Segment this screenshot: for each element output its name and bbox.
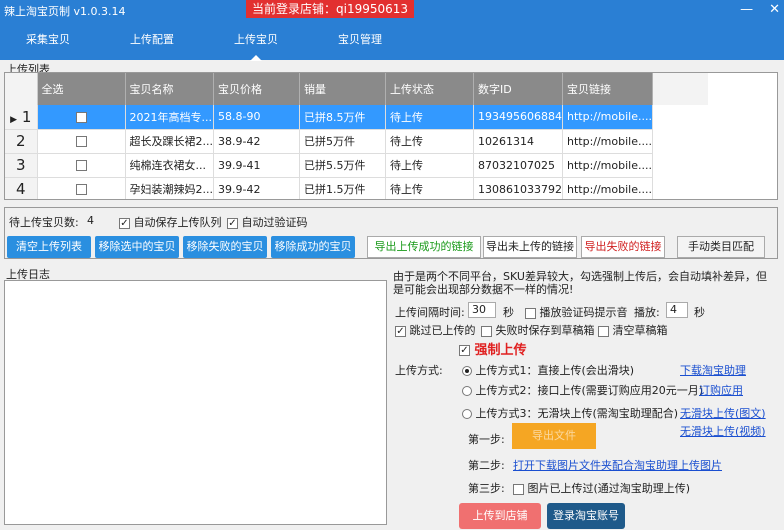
no-slider-video-link[interactable]: 无滑块上传(视频) xyxy=(680,423,766,439)
open-image-folder-link[interactable]: 打开下载图片文件夹配合淘宝助理上传图片 xyxy=(513,457,722,473)
method3-radio[interactable]: 上传方式3：无滑块上传(需淘宝助理配合) xyxy=(462,405,678,421)
item-price: 38.9-42 xyxy=(213,129,300,154)
item-price: 39.9-42 xyxy=(213,177,300,199)
row-number: ▶ 1 xyxy=(5,105,38,130)
item-name: 2021年高档专... xyxy=(125,105,214,130)
autosave-checkbox[interactable]: 自动保存上传队列 xyxy=(119,214,222,230)
autoverify-checkbox[interactable]: 自动过验证码 xyxy=(227,214,308,230)
item-id: 193495606884 xyxy=(473,105,563,130)
play-label: 播放: xyxy=(634,306,660,319)
item-id: 10261314 xyxy=(473,129,563,154)
method-label: 上传方式: xyxy=(395,364,443,377)
table-corner xyxy=(5,73,38,105)
item-status: 待上传 xyxy=(385,153,474,178)
item-link[interactable]: http://mobile.... xyxy=(562,153,653,178)
tab-collect[interactable]: 采集宝贝 xyxy=(26,31,70,47)
close-button[interactable]: ✕ xyxy=(769,2,780,17)
tab-upload[interactable]: 上传宝贝 xyxy=(234,31,278,61)
notice-text: 由于是两个不同平台，SKU差异较大，勾选强制上传后，会自动填补差异，但是可能会出… xyxy=(393,270,767,296)
queue-count: 4 xyxy=(87,214,94,227)
sound-checkbox[interactable]: 播放验证码提示音 xyxy=(525,304,628,320)
remove-failed-button[interactable]: 移除失败的宝贝 xyxy=(183,236,267,258)
item-price: 39.9-41 xyxy=(213,153,300,178)
row-checkbox[interactable] xyxy=(37,105,126,130)
item-name: 超长及踝长裙2... xyxy=(125,129,214,154)
table-row[interactable]: 3 纯棉连衣裙女... 39.9-41 已拼5.5万件 待上传 87032107… xyxy=(5,153,708,178)
item-link[interactable]: http://mobile.... xyxy=(562,129,653,154)
queue-count-label: 待上传宝贝数: xyxy=(9,216,79,229)
upload-table: 全选 宝贝名称 宝贝价格 销量 上传状态 数字ID 宝贝链接 ▶ 1 2021年… xyxy=(4,72,778,200)
step1-label: 第一步: xyxy=(468,433,505,446)
step3-label: 第三步: xyxy=(468,482,505,495)
remove-selected-button[interactable]: 移除选中的宝贝 xyxy=(95,236,179,258)
method1-radio[interactable]: 上传方式1：直接上传(会出滑块) xyxy=(462,362,634,378)
interval-label: 上传间隔时间: xyxy=(395,306,465,319)
images-uploaded-checkbox[interactable]: 图片已上传过(通过淘宝助理上传) xyxy=(513,480,690,496)
minimize-button[interactable]: — xyxy=(740,2,753,17)
item-sales: 已拼5万件 xyxy=(299,129,386,154)
queue-panel: 待上传宝贝数: 4 自动保存上传队列 自动过验证码 清空上传列表 移除选中的宝贝… xyxy=(4,207,778,259)
row-number: 2 xyxy=(5,129,38,154)
item-sales: 已拼8.5万件 xyxy=(299,105,386,130)
col-select-all[interactable]: 全选 xyxy=(37,73,126,105)
method2-radio[interactable]: 上传方式2：接口上传(需要订购应用20元一月) xyxy=(462,382,703,398)
item-status: 待上传 xyxy=(385,105,474,130)
export-failed-button[interactable]: 导出失败的链接 xyxy=(581,236,665,258)
skip-checkbox[interactable]: 跳过已上传的 xyxy=(395,322,476,338)
col-price: 宝贝价格 xyxy=(213,73,300,105)
item-name: 孕妇装潮辣妈2... xyxy=(125,177,214,199)
manual-match-button[interactable]: 手动类目匹配 xyxy=(677,236,765,258)
download-assistant-link[interactable]: 下载淘宝助理 xyxy=(680,362,746,378)
col-sales: 销量 xyxy=(299,73,386,105)
col-name: 宝贝名称 xyxy=(125,73,214,105)
item-status: 待上传 xyxy=(385,177,474,199)
play-input[interactable]: 4 xyxy=(666,302,688,318)
login-taobao-button[interactable]: 登录淘宝账号 xyxy=(547,503,625,529)
col-id: 数字ID xyxy=(473,73,563,105)
item-status: 待上传 xyxy=(385,129,474,154)
force-upload-checkbox[interactable]: 强制上传 xyxy=(459,339,527,358)
tab-manage[interactable]: 宝贝管理 xyxy=(338,31,382,47)
table-row[interactable]: 4 孕妇装潮辣妈2... 39.9-42 已拼1.5万件 待上传 1308610… xyxy=(5,177,708,199)
main-nav: 采集宝贝 上传配置 上传宝贝 宝贝管理 xyxy=(0,22,784,61)
interval-unit: 秒 xyxy=(503,306,514,319)
row-checkbox[interactable] xyxy=(37,129,126,154)
clear-list-button[interactable]: 清空上传列表 xyxy=(7,236,91,258)
window-controls: — ✕ xyxy=(740,2,780,17)
col-link: 宝贝链接 xyxy=(562,73,653,105)
store-label: 当前登录店铺：qi19950613 xyxy=(246,0,415,18)
table-row[interactable]: ▶ 1 2021年高档专... 58.8-90 已拼8.5万件 待上传 1934… xyxy=(5,105,709,130)
save-draft-checkbox[interactable]: 失败时保存到草稿箱 xyxy=(481,322,595,338)
upload-to-store-button[interactable]: 上传到店铺 xyxy=(459,503,541,529)
clear-draft-checkbox[interactable]: 清空草稿箱 xyxy=(598,322,668,338)
item-link[interactable]: http://mobile.... xyxy=(562,105,653,130)
row-checkbox[interactable] xyxy=(37,177,126,199)
log-box xyxy=(4,280,387,525)
row-number: 3 xyxy=(5,153,38,178)
export-pending-button[interactable]: 导出未上传的链接 xyxy=(483,236,577,258)
row-number: 4 xyxy=(5,177,38,199)
item-sales: 已拼1.5万件 xyxy=(299,177,386,199)
item-link[interactable]: http://mobile.... xyxy=(562,177,653,199)
remove-success-button[interactable]: 移除成功的宝贝 xyxy=(271,236,355,258)
item-id: 87032107025 xyxy=(473,153,563,178)
item-name: 纯棉连衣裙女... xyxy=(125,153,214,178)
item-id: 130861033792 xyxy=(473,177,563,199)
table-row[interactable]: 2 超长及踝长裙2... 38.9-42 已拼5万件 待上传 10261314 … xyxy=(5,129,708,154)
step2-label: 第二步: xyxy=(468,459,505,472)
item-sales: 已拼5.5万件 xyxy=(299,153,386,178)
no-slider-image-link[interactable]: 无滑块上传(图文) xyxy=(680,405,766,421)
export-file-button[interactable]: 导出文件 xyxy=(512,423,596,449)
order-app-link[interactable]: 订购应用 xyxy=(699,382,743,398)
interval-input[interactable]: 30 xyxy=(468,302,496,318)
item-price: 58.8-90 xyxy=(213,105,300,130)
play-unit: 秒 xyxy=(694,306,705,319)
col-status: 上传状态 xyxy=(385,73,474,105)
app-title: 辣上淘宝页制 v1.0.3.14 xyxy=(4,5,126,18)
tab-upload-config[interactable]: 上传配置 xyxy=(130,31,174,47)
row-checkbox[interactable] xyxy=(37,153,126,178)
export-success-button[interactable]: 导出上传成功的链接 xyxy=(367,236,481,258)
